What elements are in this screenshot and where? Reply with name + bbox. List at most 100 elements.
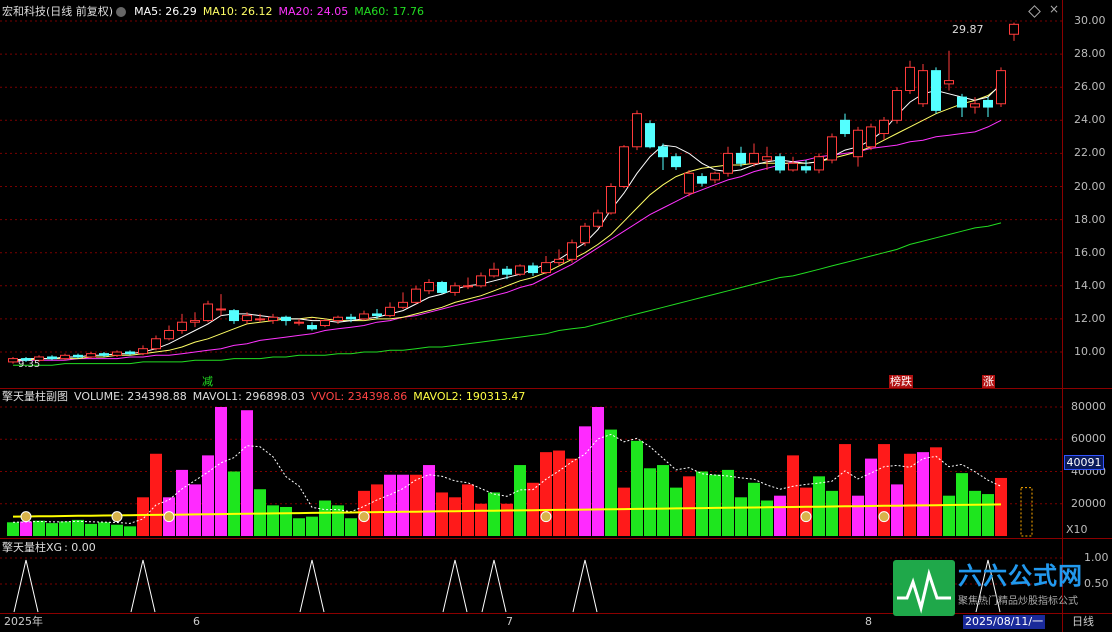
brand-name: 六六公式网 (958, 562, 1083, 590)
candle-body (138, 348, 148, 355)
marker-jian: 减 (202, 375, 213, 388)
candle-body (294, 321, 304, 324)
candle-body (151, 338, 161, 350)
candle-body (710, 172, 720, 181)
candle-body (346, 316, 356, 320)
date-start: 2025年 (4, 615, 43, 628)
volume-bar (345, 518, 357, 536)
volume-bar (228, 471, 240, 536)
volume-bar (943, 495, 955, 536)
volume-bar (397, 474, 409, 536)
volume-tick-label: 80000 (1071, 400, 1106, 413)
candle-body (801, 166, 811, 171)
candle-body (866, 126, 876, 148)
xg-signal (13, 559, 39, 613)
candle-body (216, 308, 226, 311)
volume-bar (46, 523, 58, 536)
date-month-6: 6 (193, 615, 200, 628)
candle-body (528, 265, 538, 274)
candle-body (255, 318, 265, 321)
candle-body (580, 225, 590, 244)
xg-signal (481, 559, 507, 613)
brand-slogan: 聚焦热门精品炒股指标公式 (958, 596, 1078, 607)
volume-bar (735, 497, 747, 536)
candle-body (320, 320, 330, 327)
period-label[interactable]: 日线 (1072, 615, 1094, 629)
volume-bar (722, 469, 734, 536)
candle-body (411, 288, 421, 303)
candle-body (125, 351, 135, 355)
volume-bar (280, 506, 292, 536)
volume-bar (436, 492, 448, 536)
candle-body (1009, 23, 1019, 35)
volume-bar-current (1020, 487, 1033, 537)
volume-bar (384, 474, 396, 536)
candle-body (242, 315, 252, 322)
brand-logo (893, 560, 955, 616)
volume-bar (878, 444, 890, 536)
money-bag-icon (800, 511, 812, 523)
candle-body (736, 152, 746, 164)
price-tick-label: 16.00 (1074, 245, 1106, 259)
low-price-label: 9.35 (18, 359, 41, 370)
volume-bar (904, 453, 916, 536)
volume-bar (124, 526, 136, 536)
candle-body (619, 146, 629, 187)
candle-body (606, 186, 616, 214)
candle-body (658, 146, 668, 158)
volume-bar (553, 450, 565, 536)
candle-body (996, 70, 1006, 105)
volume-bar (865, 458, 877, 536)
candle-body (164, 329, 174, 340)
candle-body (99, 353, 109, 356)
candle-body (684, 172, 694, 194)
candle-body (268, 316, 278, 322)
candle-body (450, 285, 460, 293)
candle-body (476, 275, 486, 287)
panel-divider-1 (0, 388, 1112, 389)
volume-bar (930, 447, 942, 536)
money-bag-icon (111, 511, 123, 523)
price-tick-label: 12.00 (1074, 311, 1106, 325)
candle-body (723, 152, 733, 174)
candle-body (879, 119, 889, 135)
close-chart-icon[interactable]: × (1049, 3, 1059, 15)
candle-body (8, 358, 18, 363)
volume-bar (85, 523, 97, 536)
money-bag-icon (540, 511, 552, 523)
candle-body (632, 113, 642, 148)
volume-bar (891, 484, 903, 536)
volume-bar (189, 484, 201, 536)
volume-bar (514, 465, 526, 536)
candle-body (385, 306, 395, 317)
candle-body (203, 303, 213, 322)
candle-body (398, 301, 408, 308)
xg-tick-label: 0.50 (1084, 577, 1109, 590)
money-bag-icon (358, 511, 370, 523)
volume-bar (969, 490, 981, 536)
xg-signal (572, 559, 598, 613)
volume-bar (501, 503, 513, 536)
volume-tick-label: 60000 (1071, 432, 1106, 446)
candle-body (983, 99, 993, 108)
price-tick-label: 10.00 (1074, 345, 1106, 358)
candle-body (190, 320, 200, 323)
volume-bar (150, 453, 162, 536)
candle-body (86, 353, 96, 358)
volume-bar (293, 518, 305, 536)
ma20-line (12, 119, 1002, 363)
volume-bar (644, 468, 656, 536)
ma60-line (13, 222, 1002, 366)
volume-bar (410, 474, 422, 536)
volume-bar (696, 471, 708, 536)
price-tick-label: 18.00 (1074, 212, 1106, 226)
candle-body (892, 90, 902, 121)
candle-body (931, 70, 941, 111)
price-tick-label: 28.00 (1074, 47, 1106, 61)
volume-bar (137, 497, 149, 536)
price-tick-label: 22.00 (1074, 146, 1106, 160)
candle-body (333, 316, 343, 322)
volume-unit: X10 (1066, 523, 1088, 536)
candle-body (957, 96, 967, 108)
marker-zhang: 涨 (982, 375, 995, 388)
